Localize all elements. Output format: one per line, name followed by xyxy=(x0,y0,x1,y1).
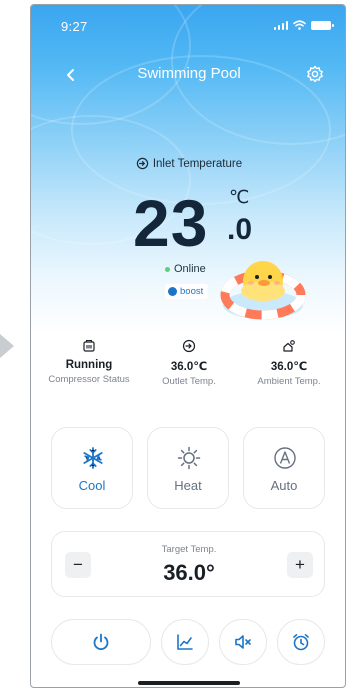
stat-compressor: Running Compressor Status xyxy=(39,339,139,385)
power-icon xyxy=(93,633,109,651)
online-dot-icon xyxy=(165,266,170,272)
timer-button[interactable] xyxy=(277,619,325,665)
snowflake-icon xyxy=(83,447,103,469)
target-temp-value: 36.0° xyxy=(163,560,215,585)
phone-screen: 9:27 Swimming Pool Inlet Temperature 23 … xyxy=(30,4,346,688)
temperature-unit: ℃ xyxy=(229,187,250,207)
status-bar: 9:27 xyxy=(31,17,345,37)
boost-icon xyxy=(168,287,177,296)
wifi-icon xyxy=(293,20,306,30)
stat-ambient-temp: 36.0℃ Ambient Temp. xyxy=(239,339,339,387)
house-sun-icon xyxy=(283,340,295,352)
battery-icon xyxy=(311,21,334,30)
home-indicator xyxy=(138,681,240,685)
increase-temp-button[interactable]: + xyxy=(287,552,313,578)
gear-icon[interactable] xyxy=(305,64,325,84)
chart-button[interactable] xyxy=(161,619,209,665)
top-navigation: Swimming Pool xyxy=(31,61,345,89)
target-temp-label: Target Temp. xyxy=(161,544,217,555)
signal-icon xyxy=(273,20,288,30)
auto-a-icon xyxy=(274,447,296,469)
power-button[interactable] xyxy=(51,619,151,665)
inlet-arrow-icon xyxy=(136,157,149,170)
inlet-temperature-label: Inlet Temperature xyxy=(31,157,345,170)
stat-outlet-temp: 36.0℃ Outlet Temp. xyxy=(139,339,239,387)
compressor-icon xyxy=(83,339,95,352)
mode-auto-button[interactable]: Auto xyxy=(243,427,325,509)
stats-row: Running Compressor Status 36.0℃ Outlet T… xyxy=(31,339,345,395)
previous-screen-arrow-icon xyxy=(0,334,14,358)
temperature-decimal: .0 xyxy=(227,213,253,246)
system-icons xyxy=(273,20,334,30)
mode-heat-button[interactable]: Heat xyxy=(147,427,229,509)
boost-badge[interactable]: boost xyxy=(165,284,209,299)
temperature-integer: 23 xyxy=(133,186,209,260)
line-chart-icon xyxy=(177,634,193,650)
speaker-muted-icon xyxy=(235,635,251,649)
alarm-clock-icon xyxy=(293,634,309,651)
duck-mascot-icon xyxy=(220,261,306,320)
target-temperature-card: − Target Temp. 36.0° + xyxy=(51,531,325,597)
online-status: Online xyxy=(165,263,206,275)
mute-button[interactable] xyxy=(219,619,267,665)
status-time: 9:27 xyxy=(61,19,88,34)
page-title: Swimming Pool xyxy=(137,65,241,82)
sun-icon xyxy=(177,446,201,470)
outlet-arrow-icon xyxy=(182,339,196,353)
mode-cool-button[interactable]: Cool xyxy=(51,427,133,509)
